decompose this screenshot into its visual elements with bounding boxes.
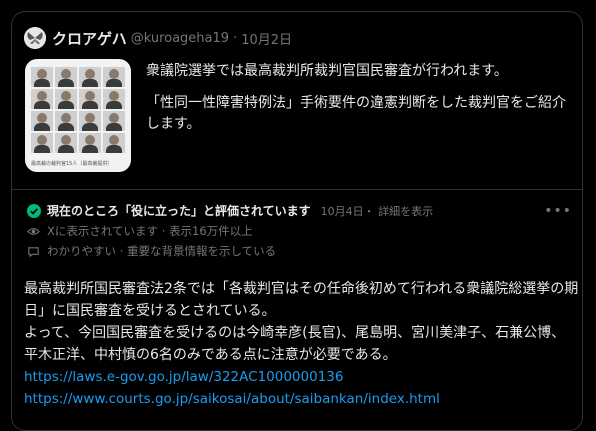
judge-photo	[103, 89, 125, 109]
community-note-header: 現在のところ「役に立った」と評価されています 10月4日 ・ 詳細を表示 •••	[27, 202, 572, 219]
judge-photo	[103, 133, 125, 153]
tweet-thumbnail[interactable]: 最高裁の裁判官15人（最高裁提供）	[25, 59, 131, 172]
tweet-text-line: 「性同一性障害特例法」手術要件の違憲判断をした裁判官をご紹介します。	[146, 95, 566, 132]
chat-icon	[28, 246, 39, 257]
judges-photo-grid	[31, 67, 125, 153]
judge-photo	[31, 67, 53, 87]
eye-icon	[27, 227, 40, 235]
tweet-card[interactable]: クロアゲハ @kuroageha19 · 10月2日 最高裁の裁判官15人（最高…	[11, 11, 583, 431]
note-date: 10月4日	[320, 204, 364, 218]
note-shown-on-row: Xに表示されています · 表示16万件以上	[27, 223, 253, 239]
butterfly-icon	[24, 27, 46, 49]
note-shown-on: Xに表示されています · 表示16万件以上	[47, 224, 253, 238]
note-reason: わかりやすい · 重要な背景情報を示している	[47, 244, 277, 258]
author-handle[interactable]: @kuroageha19	[131, 31, 229, 46]
judge-photo	[79, 89, 101, 109]
note-reason-row: わかりやすい · 重要な背景情報を示している	[27, 243, 276, 259]
thumbnail-caption: 最高裁の裁判官15人（最高裁提供）	[31, 161, 113, 167]
more-icon[interactable]: •••	[544, 203, 572, 219]
source-link[interactable]: https://www.courts.go.jp/saikosai/about/…	[24, 388, 579, 410]
tweet-text: 衆議院選挙では最高裁判所裁判官国民審査が行われます。 「性同一性障害特例法」手術…	[146, 61, 576, 146]
judge-photo	[55, 111, 77, 131]
check-circle-icon	[27, 203, 41, 218]
judge-photo	[31, 111, 53, 131]
judge-photo	[31, 133, 53, 153]
judge-photo	[79, 67, 101, 87]
note-history-link[interactable]: ・ 詳細を表示	[364, 203, 434, 219]
note-paragraph: よって、今回国民審査を受けるのは今崎幸彦(長官)、尾島明、宮川美津子、石兼公博、…	[24, 325, 566, 363]
judge-photo	[103, 111, 125, 131]
judge-photo	[79, 111, 101, 131]
separator-dot: ·	[233, 30, 238, 46]
judge-photo	[103, 67, 125, 87]
source-link[interactable]: https://laws.e-gov.go.jp/law/322AC100000…	[24, 366, 579, 388]
judge-photo	[31, 89, 53, 109]
judge-photo	[79, 133, 101, 153]
note-body: 最高裁判所国民審査法2条では「各裁判官はその任命後初めて行われる衆議院総選挙の期…	[24, 278, 579, 410]
tweet-text-line: 衆議院選挙では最高裁判所裁判官国民審査が行われます。	[146, 63, 508, 79]
tweet-date[interactable]: 10月2日	[241, 29, 292, 48]
judge-photo	[55, 133, 77, 153]
author-name[interactable]: クロアゲハ	[52, 28, 127, 49]
tweet-header: クロアゲハ @kuroageha19 · 10月2日	[24, 26, 292, 50]
judge-photo	[55, 67, 77, 87]
note-paragraph: 最高裁判所国民審査法2条では「各裁判官はその任命後初めて行われる衆議院総選挙の期…	[24, 281, 579, 319]
divider	[12, 189, 582, 190]
avatar[interactable]	[24, 27, 46, 49]
judge-photo	[55, 89, 77, 109]
note-status: 現在のところ「役に立った」と評価されています	[47, 204, 311, 218]
